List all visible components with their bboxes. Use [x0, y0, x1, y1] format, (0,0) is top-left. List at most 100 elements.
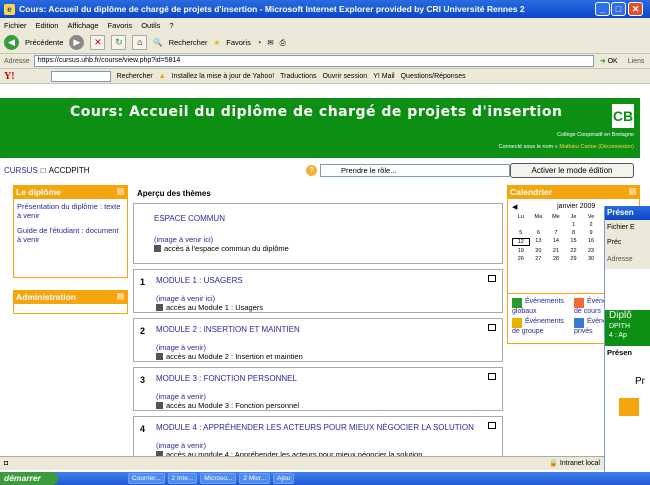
collapse-icon[interactable]	[117, 188, 124, 195]
minimize-button[interactable]: _	[595, 2, 610, 16]
section-link-text[interactable]: accès au Module 2 : Insertion et maintie…	[166, 352, 303, 361]
prev-month-icon[interactable]: ◀	[512, 203, 517, 211]
search-label[interactable]: Rechercher	[169, 38, 208, 47]
section-title[interactable]: MODULE 3 : FONCTION PERSONNEL	[156, 374, 297, 383]
menu-edition[interactable]: Edition	[36, 21, 59, 30]
calendar-day-cell[interactable]: 28	[547, 256, 565, 262]
mail-icon[interactable]: ✉	[267, 38, 273, 47]
breadcrumb-site[interactable]: CURSUS	[4, 166, 38, 175]
calendar-day-cell[interactable]: 30	[582, 256, 600, 262]
menu-favoris[interactable]: Favoris	[108, 21, 133, 30]
yahoo-mail[interactable]: Y! Mail	[373, 73, 394, 80]
popup-menu[interactable]: Fichier E	[605, 220, 650, 235]
section-link[interactable]: accès au Module 1 : Usagers	[156, 303, 263, 312]
calendar-day-cell[interactable]: 13	[530, 238, 548, 246]
calendar-day-cell[interactable]: 1	[565, 222, 583, 228]
guide-link[interactable]: Guide de l'étudiant : document à venir	[17, 226, 124, 244]
calendar-day-cell[interactable]: 29	[565, 256, 583, 262]
links-label[interactable]: Liens	[628, 58, 645, 65]
popup-title[interactable]: Présen	[605, 206, 650, 220]
yahoo-questions[interactable]: Questions/Réponses	[401, 73, 466, 80]
help-icon[interactable]: ?	[306, 165, 317, 176]
home-icon[interactable]: ⌂	[132, 35, 148, 50]
menu-help[interactable]: ?	[169, 21, 173, 30]
stop-icon[interactable]: ✕	[90, 35, 106, 50]
popup-window[interactable]: Présen Fichier E Préc Adresse Diplô DPIT…	[604, 206, 650, 485]
task-ajou[interactable]: Ajou	[273, 473, 295, 484]
user-link[interactable]: Mathieu Carine	[559, 144, 596, 150]
section-title[interactable]: MODULE 4 : APPRÉHENDER LES ACTEURS POUR …	[156, 423, 474, 432]
back-icon[interactable]: ◀	[4, 35, 19, 50]
yahoo-session[interactable]: Ouvrir session	[322, 73, 367, 80]
task-internet[interactable]: 2 Inte...	[167, 473, 198, 484]
task-microsoft[interactable]: Microso...	[200, 473, 237, 484]
calendar-day-cell[interactable]: 26	[512, 256, 530, 262]
yahoo-search-input[interactable]	[50, 70, 111, 82]
section-title[interactable]: MODULE 1 : USAGERS	[156, 276, 243, 285]
menu-affichage[interactable]: Affichage	[67, 21, 98, 30]
menu-outils[interactable]: Outils	[141, 21, 160, 30]
highlight-box-icon[interactable]	[488, 373, 496, 380]
section-link-text[interactable]: accès au Module 1 : Usagers	[166, 303, 263, 312]
calendar-day-cell[interactable]: 14	[547, 238, 565, 246]
calendar-day-cell[interactable]: 22	[565, 248, 583, 254]
calendar-day-cell[interactable]: 19	[512, 248, 530, 254]
history-icon[interactable]: ◔	[257, 38, 262, 47]
calendar-day-cell[interactable]: 9	[582, 230, 600, 236]
calendar-day-cell[interactable]: 20	[530, 248, 548, 254]
calendar-day-cell[interactable]: 5	[512, 230, 530, 236]
security-zone: 🔒 Intranet local	[549, 457, 600, 471]
favorites-icon[interactable]: ★	[214, 38, 221, 47]
go-arrow-icon[interactable]: ➜	[600, 57, 606, 65]
section-link-text[interactable]: accès à l'espace commun du diplôme	[164, 244, 289, 253]
go-button[interactable]: OK	[608, 58, 618, 65]
search-icon[interactable]: 🔍	[153, 38, 162, 47]
calendar-day-cell[interactable]: 15	[565, 238, 583, 246]
calendar-day-cell[interactable]: 7	[547, 230, 565, 236]
popup-tab[interactable]: Présen	[607, 348, 632, 357]
yahoo-install-link[interactable]: Installez la mise à jour de Yahoo!	[172, 73, 274, 80]
role-select[interactable]: Prendre le rôle...	[320, 164, 510, 177]
highlight-box-icon[interactable]	[488, 422, 496, 429]
block-admin-header[interactable]: Administration	[13, 290, 128, 304]
logout-link[interactable]: (Déconnexion)	[598, 144, 634, 150]
expand-icon[interactable]	[117, 293, 124, 300]
close-button[interactable]: ✕	[628, 2, 643, 16]
presentation-link[interactable]: Présentation du diplôme : texte à venir	[17, 202, 124, 220]
task-micr[interactable]: 2 Micr...	[239, 473, 271, 484]
favorites-label[interactable]: Favoris	[226, 38, 251, 47]
calendar-day-cell[interactable]: 8	[565, 230, 583, 236]
forward-icon[interactable]: ▶	[69, 35, 85, 50]
yahoo-translations[interactable]: Traductions	[280, 73, 316, 80]
key-group[interactable]: Événements de groupe	[512, 318, 572, 335]
highlight-box-icon[interactable]	[488, 275, 496, 282]
calendar-day-cell[interactable]: 6	[530, 230, 548, 236]
calendar-day-cell[interactable]: 12	[512, 238, 530, 246]
edit-mode-button[interactable]: Activer le mode édition	[510, 163, 634, 178]
refresh-icon[interactable]: ↻	[111, 35, 127, 50]
section-link[interactable]: accès au Module 2 : Insertion et maintie…	[156, 352, 303, 361]
task-courrier[interactable]: Courrier...	[128, 473, 165, 484]
section-title[interactable]: MODULE 2 : INSERTION ET MAINTIEN	[156, 325, 300, 334]
start-button[interactable]: démarrer	[0, 472, 58, 485]
address-input[interactable]: https://cursus.uhb.fr/course/view.php?id…	[33, 55, 594, 67]
yahoo-search-button[interactable]: Rechercher	[117, 73, 153, 80]
section-link[interactable]: accès au Module 3 : Fonction personnel	[156, 401, 299, 410]
maximize-button[interactable]: □	[611, 2, 626, 16]
calendar-day-cell[interactable]: 21	[547, 248, 565, 254]
section-link-text[interactable]: accès au Module 3 : Fonction personnel	[166, 401, 299, 410]
yahoo-logo-icon[interactable]: Y!	[4, 71, 15, 82]
calendar-day-cell[interactable]: 23	[582, 248, 600, 254]
menu-fichier[interactable]: Fichier	[4, 21, 27, 30]
section-title[interactable]: ESPACE COMMUN	[154, 214, 225, 223]
highlight-box-icon[interactable]	[488, 324, 496, 331]
calendar-day-cell[interactable]: 16	[582, 238, 600, 246]
calendar-day-cell[interactable]: 2	[582, 222, 600, 228]
print-icon[interactable]: ⎙	[280, 38, 286, 48]
key-global[interactable]: Événements globaux	[512, 298, 572, 315]
popup-back[interactable]: Préc	[605, 235, 650, 250]
calendar-day-cell[interactable]: 27	[530, 256, 548, 262]
collapse-icon[interactable]	[629, 188, 636, 195]
section-link[interactable]: accès à l'espace commun du diplôme	[154, 244, 289, 253]
back-label[interactable]: Précédente	[25, 38, 63, 47]
